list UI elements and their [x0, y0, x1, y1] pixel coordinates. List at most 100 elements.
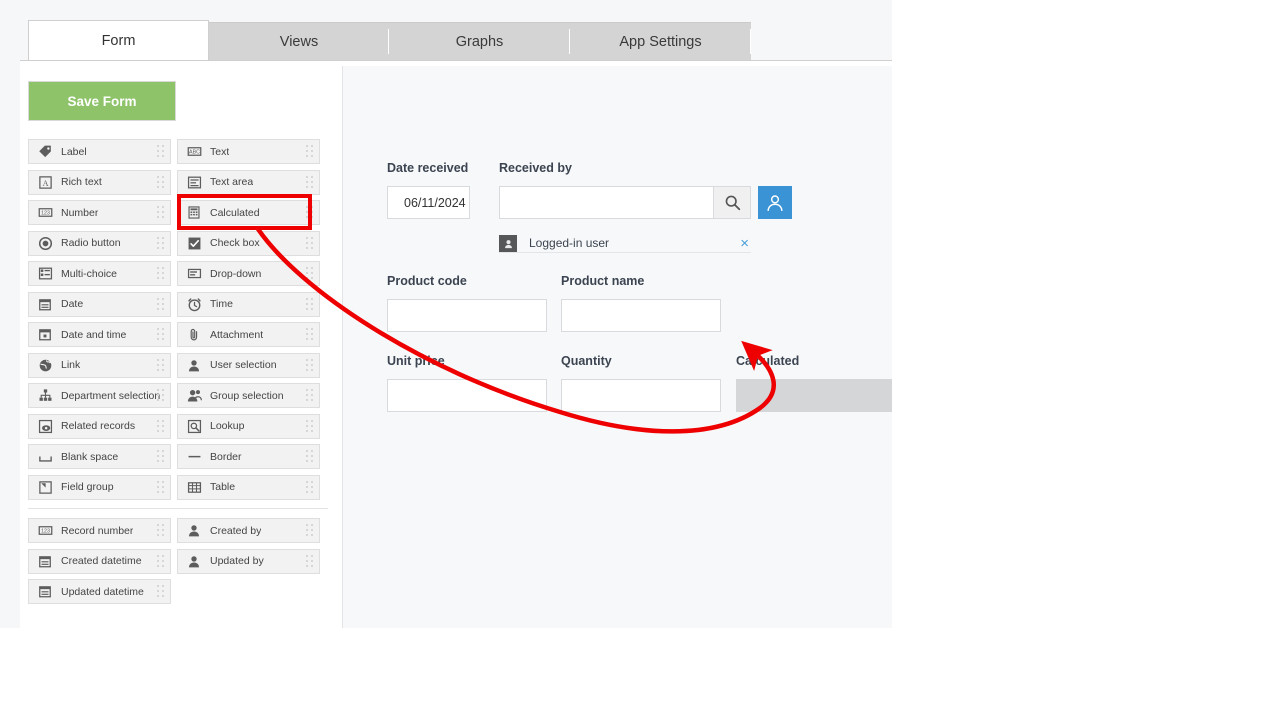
tab-app-settings-label: App Settings — [619, 33, 702, 50]
palette-item-number[interactable]: 123 Number — [28, 200, 171, 225]
user-picker-icon[interactable] — [758, 186, 792, 219]
drag-handle[interactable] — [157, 328, 166, 343]
drag-handle[interactable] — [157, 554, 166, 570]
palette-item-label: Department selection — [61, 389, 161, 402]
drag-handle[interactable] — [306, 145, 315, 160]
drag-handle[interactable] — [306, 450, 315, 465]
palette-item-text[interactable]: ABC Text — [177, 139, 320, 164]
palette-item-date-and-time[interactable]: Date and time — [28, 322, 171, 347]
content-area: Save Form Label ABC Text A Rich text Text are… — [20, 60, 892, 628]
palette-item-record-number[interactable]: 123 Record number — [28, 518, 171, 543]
received-by-input[interactable] — [499, 186, 714, 219]
palette-item-label: Link — [61, 359, 81, 371]
drag-handle[interactable] — [157, 419, 166, 435]
svg-text:123: 123 — [41, 529, 50, 535]
palette-item-text-area[interactable]: Text area — [177, 169, 320, 195]
product-code-input[interactable] — [387, 299, 547, 332]
palette-item-created-datetime[interactable]: Created datetime — [28, 548, 171, 574]
date-received-input[interactable]: 06/11/2024 — [387, 186, 470, 219]
palette-item-rich-text[interactable]: A Rich text — [28, 169, 171, 195]
drag-handle[interactable] — [306, 175, 315, 191]
palette-item-blank-space[interactable]: Blank space — [28, 444, 171, 469]
drag-handle[interactable] — [157, 524, 166, 539]
palette-field-types: Label ABC Text A Rich text Text area 123 Number… — [28, 139, 328, 505]
palette-row: Label ABC Text — [28, 139, 328, 170]
drag-handle[interactable] — [157, 297, 166, 313]
svg-text:123: 123 — [41, 211, 50, 217]
palette-row: Related records Lookup — [28, 413, 328, 445]
label-date-received: Date received — [387, 161, 469, 175]
drag-handle[interactable] — [157, 206, 166, 221]
palette-item-link[interactable]: Link — [28, 352, 171, 378]
palette-item-radio-button[interactable]: Radio button — [28, 230, 171, 256]
drag-handle[interactable] — [157, 480, 166, 496]
palette-item-label: Lookup — [210, 420, 245, 432]
palette-item-related-records[interactable]: Related records — [28, 413, 171, 439]
received-by-chip[interactable]: Logged-in user × — [499, 234, 751, 253]
palette-row: Date and time Attachment — [28, 322, 328, 353]
palette-row: Department selection Group selection — [28, 383, 328, 414]
palette-item-attachment[interactable]: Attachment — [177, 322, 320, 347]
tab-bar: Form Views Graphs App Settings — [0, 0, 892, 60]
drag-handle[interactable] — [157, 175, 166, 191]
drag-handle[interactable] — [306, 389, 315, 404]
unit-price-input[interactable] — [387, 379, 547, 412]
drag-handle[interactable] — [306, 328, 315, 343]
drag-handle[interactable] — [306, 236, 315, 252]
drag-handle[interactable] — [157, 585, 166, 600]
palette-row: 123 Number Calculated — [28, 200, 328, 231]
drag-handle[interactable] — [306, 206, 315, 221]
palette-divider — [28, 508, 328, 509]
lookup-magnifier-icon — [183, 419, 205, 434]
palette-item-border[interactable]: Border — [177, 444, 320, 469]
drag-handle[interactable] — [306, 524, 315, 539]
drag-handle[interactable] — [157, 358, 166, 374]
tab-app-settings[interactable]: App Settings — [570, 22, 751, 60]
palette-item-user-selection[interactable]: User selection — [177, 352, 320, 378]
drag-handle[interactable] — [306, 358, 315, 374]
palette-item-label[interactable]: Label — [28, 139, 171, 164]
drag-handle[interactable] — [157, 389, 166, 404]
drag-handle[interactable] — [306, 419, 315, 435]
tab-graphs[interactable]: Graphs — [389, 22, 570, 60]
drag-handle[interactable] — [157, 145, 166, 160]
product-name-input[interactable] — [561, 299, 721, 332]
drag-handle[interactable] — [157, 236, 166, 252]
close-icon[interactable]: × — [740, 236, 749, 251]
drag-handle[interactable] — [157, 267, 166, 282]
user-icon — [183, 523, 205, 538]
palette-item-created-by[interactable]: Created by — [177, 518, 320, 543]
tab-views[interactable]: Views — [209, 22, 389, 60]
palette-row: Updated datetime — [28, 579, 328, 610]
label-product-name: Product name — [561, 274, 645, 288]
palette-item-label: Date — [61, 298, 84, 310]
palette-item-updated-by[interactable]: Updated by — [177, 548, 320, 574]
drag-handle[interactable] — [306, 267, 315, 282]
tab-form[interactable]: Form — [28, 20, 209, 60]
quantity-input[interactable] — [561, 379, 721, 412]
palette-item-calculated[interactable]: Calculated — [177, 200, 320, 225]
drag-handle[interactable] — [306, 480, 315, 496]
save-form-button[interactable]: Save Form — [28, 81, 176, 121]
drag-handle[interactable] — [306, 554, 315, 570]
search-icon[interactable] — [714, 186, 751, 219]
palette-item-group-selection[interactable]: Group selection — [177, 383, 320, 408]
palette-item-date[interactable]: Date — [28, 291, 171, 317]
blank-space-icon — [34, 449, 56, 464]
user-icon — [183, 358, 205, 373]
palette-item-label: Related records — [61, 420, 136, 432]
palette-item-lookup[interactable]: Lookup — [177, 413, 320, 439]
palette-row: Link User selection — [28, 352, 328, 384]
drag-handle[interactable] — [157, 450, 166, 465]
palette-item-check-box[interactable]: Check box — [177, 230, 320, 256]
palette-item-updated-datetime[interactable]: Updated datetime — [28, 579, 171, 604]
palette-item-field-group[interactable]: Field group — [28, 474, 171, 500]
chip-avatar-icon — [499, 234, 517, 252]
palette-item-multi-choice[interactable]: Multi-choice — [28, 261, 171, 286]
calendar-icon — [34, 554, 56, 569]
palette-item-drop-down[interactable]: Drop-down — [177, 261, 320, 286]
palette-item-time[interactable]: Time — [177, 291, 320, 317]
palette-item-department-selection[interactable]: Department selection — [28, 383, 171, 408]
palette-item-table[interactable]: Table — [177, 474, 320, 500]
drag-handle[interactable] — [306, 297, 315, 313]
